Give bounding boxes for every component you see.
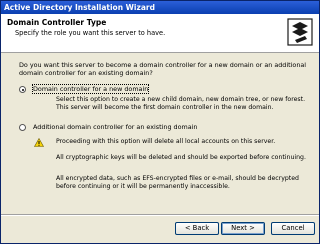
back-button[interactable]: < Back (175, 222, 219, 235)
option-additional-dc-label[interactable]: Additional domain controller for an exis… (33, 123, 197, 131)
warning-encrypted-data: All encrypted data, such as EFS-encrypte… (56, 175, 299, 190)
warning-icon (34, 138, 44, 147)
wizard-window: Active Directory Installation Wizard Dom… (0, 0, 320, 244)
page-subtitle: Specify the role you want this server to… (15, 29, 166, 37)
page-title: Domain Controller Type (7, 18, 107, 27)
question-text: Do you want this server to become a doma… (19, 61, 307, 77)
wizard-header: Domain Controller Type Specify the role … (1, 14, 319, 53)
title-bar: Active Directory Installation Wizard (1, 1, 319, 14)
wizard-body: Do you want this server to become a doma… (1, 53, 319, 213)
next-button[interactable]: Next > (221, 222, 265, 235)
network-wizard-icon (287, 18, 313, 46)
radio-new-domain[interactable] (19, 86, 26, 93)
option-new-domain-description: Select this option to create a new child… (56, 96, 306, 111)
option-new-domain-label[interactable]: Domain controller for a new domain (31, 84, 150, 94)
cancel-button[interactable]: Cancel (271, 222, 315, 235)
radio-additional-dc[interactable] (19, 124, 26, 131)
warning-cryptographic-keys: All cryptographic keys will be deleted a… (56, 154, 306, 161)
warning-local-accounts: Proceeding with this option will delete … (56, 138, 276, 145)
button-separator (1, 214, 319, 216)
